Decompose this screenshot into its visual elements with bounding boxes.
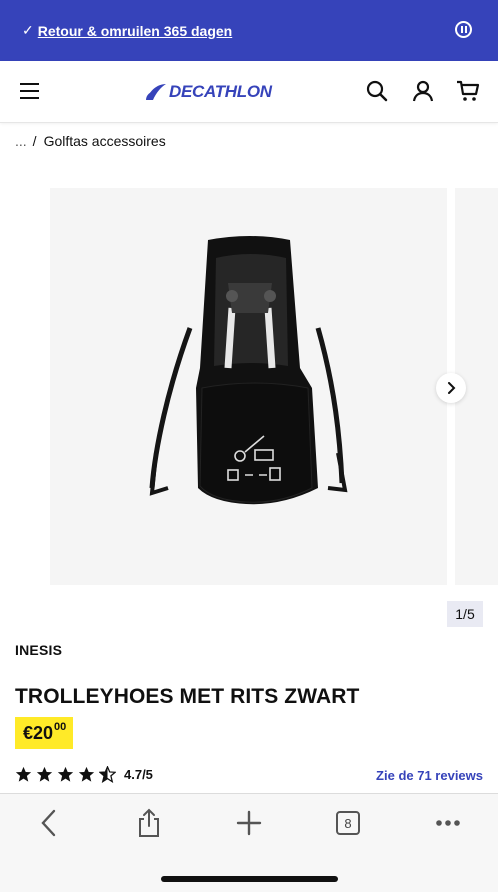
- rating: 4.7/5: [15, 766, 153, 783]
- tabs-count: 8: [336, 811, 360, 835]
- star-full-icon: [57, 766, 74, 782]
- price-cents: 00: [54, 721, 67, 733]
- breadcrumb-ellipsis[interactable]: ...: [15, 133, 27, 149]
- more-icon: [436, 820, 460, 826]
- product-brand[interactable]: INESIS: [15, 642, 62, 658]
- home-indicator[interactable]: [161, 876, 338, 882]
- plus-icon: [236, 810, 262, 836]
- price-tag: €20 00: [15, 717, 74, 749]
- back-button[interactable]: [34, 808, 64, 838]
- next-image-button[interactable]: [436, 373, 466, 403]
- star-full-icon: [15, 766, 32, 782]
- new-tab-button[interactable]: [234, 808, 264, 838]
- rating-score: 4.7/5: [124, 767, 153, 782]
- tabs-button[interactable]: 8: [333, 808, 363, 838]
- logo-swoosh-icon: [146, 84, 166, 100]
- cart-icon[interactable]: [456, 79, 480, 103]
- promo-banner: ✓ Retour & omruilen 365 dagen: [0, 0, 498, 61]
- more-button[interactable]: [433, 808, 463, 838]
- star-half-icon: [99, 766, 116, 783]
- product-image[interactable]: [50, 188, 447, 585]
- price-main: €20: [23, 723, 54, 743]
- pause-icon[interactable]: [455, 21, 472, 38]
- chevron-right-icon: [448, 382, 456, 394]
- breadcrumb-current[interactable]: Golftas accessoires: [44, 133, 166, 149]
- star-full-icon: [78, 766, 95, 782]
- menu-icon[interactable]: [20, 83, 39, 99]
- image-counter: 1/5: [447, 601, 483, 627]
- search-icon[interactable]: [365, 79, 389, 103]
- product-title: TROLLEYHOES MET RITS ZWART: [15, 685, 360, 708]
- breadcrumb-separator: /: [32, 133, 37, 149]
- star-full-icon: [36, 766, 53, 782]
- logo-text: DECATHLON: [169, 82, 272, 101]
- trolley-cover-image: [149, 236, 348, 505]
- decathlon-logo[interactable]: DECATHLON: [145, 80, 272, 104]
- check-icon: ✓: [22, 22, 34, 38]
- breadcrumb: ... / Golftas accessoires: [15, 133, 166, 149]
- site-header: DECATHLON: [0, 61, 498, 123]
- returns-link[interactable]: Retour & omruilen 365 dagen: [38, 23, 232, 39]
- share-button[interactable]: [134, 808, 164, 838]
- share-icon: [139, 808, 159, 837]
- chevron-left-icon: [41, 809, 56, 837]
- reviews-link[interactable]: Zie de 71 reviews: [376, 768, 483, 783]
- account-icon[interactable]: [411, 79, 435, 103]
